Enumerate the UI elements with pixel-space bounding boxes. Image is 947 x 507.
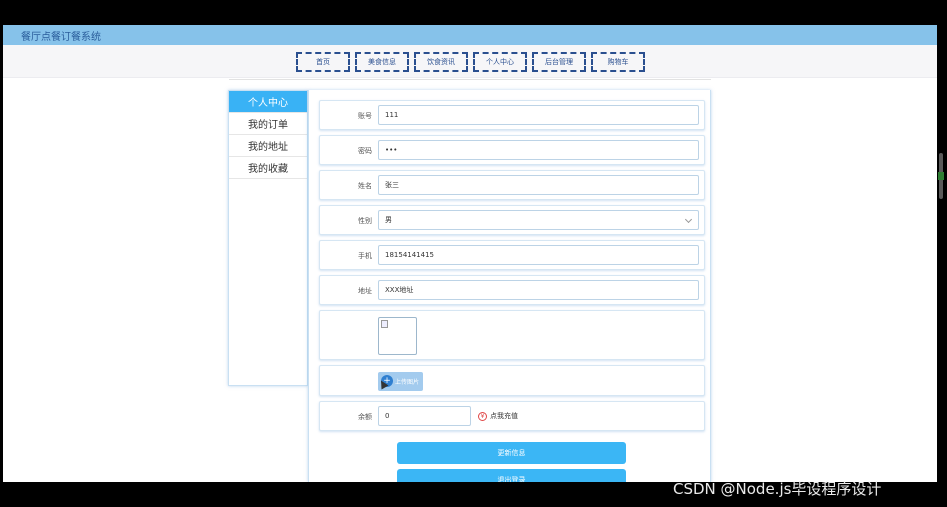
sidebar-item-personal-center[interactable]: 个人中心 — [229, 91, 307, 113]
phone-field[interactable]: 18154141415 — [378, 245, 699, 265]
nav-home[interactable]: 首页 — [296, 52, 350, 72]
nav-personal-center[interactable]: 个人中心 — [473, 52, 527, 72]
form-row-address: 地址 XXX地址 — [319, 275, 705, 305]
main-nav: 首页 美食信息 饮食资讯 个人中心 后台管理 购物车 — [3, 45, 937, 78]
upload-image-button[interactable]: + 上传图片 — [377, 372, 423, 391]
sidebar-item-orders[interactable]: 我的订单 — [229, 113, 307, 135]
site-header: 餐厅点餐订餐系统 — [3, 25, 937, 45]
account-label: 账号 — [358, 112, 372, 120]
gender-label: 性别 — [358, 217, 372, 225]
password-label: 密码 — [358, 147, 372, 155]
address-field[interactable]: XXX地址 — [378, 280, 699, 300]
avatar-image — [378, 317, 417, 355]
name-label: 姓名 — [358, 182, 372, 190]
divider — [229, 77, 711, 80]
scrollbar-marker — [938, 172, 944, 180]
nav-diet-news[interactable]: 饮食资讯 — [414, 52, 468, 72]
form-row-account: 账号 111 — [319, 100, 705, 130]
yen-icon: ¥ — [478, 411, 487, 421]
chevron-down-icon — [684, 215, 693, 224]
update-info-button[interactable]: 更新信息 — [397, 442, 626, 464]
name-field[interactable]: 张三 — [378, 175, 699, 195]
watermark: CSDN @Node.js毕设程序设计 — [673, 480, 882, 498]
nav-admin[interactable]: 后台管理 — [532, 52, 586, 72]
gender-select[interactable]: 男 — [378, 210, 699, 230]
upload-label: 上传图片 — [394, 379, 419, 386]
logout-button[interactable]: 退出登录 — [397, 469, 626, 482]
form-row-upload: + 上传图片 — [319, 365, 705, 396]
form-row-gender: 性别 男 — [319, 205, 705, 235]
form-row-avatar — [319, 310, 705, 360]
phone-label: 手机 — [358, 252, 372, 260]
sidebar-item-favorites[interactable]: 我的收藏 — [229, 157, 307, 179]
browser-viewport: 餐厅点餐订餐系统 首页 美食信息 饮食资讯 个人中心 后台管理 购物车 个人中心… — [3, 25, 937, 482]
account-field[interactable]: 111 — [378, 105, 699, 125]
recharge-link[interactable]: ¥ 点我充值 — [478, 411, 518, 421]
address-label: 地址 — [358, 287, 372, 295]
form-row-phone: 手机 18154141415 — [319, 240, 705, 270]
form-row-balance: 余额 0 ¥ 点我充值 — [319, 401, 705, 431]
balance-field[interactable]: 0 — [378, 406, 471, 426]
profile-form: 账号 111 密码 ••• 姓名 张三 性别 男 手机 18154141415 … — [308, 90, 711, 482]
scrollbar[interactable] — [937, 25, 947, 482]
broken-image-icon — [381, 320, 388, 328]
gender-value: 男 — [385, 216, 392, 224]
form-row-name: 姓名 张三 — [319, 170, 705, 200]
nav-food-info[interactable]: 美食信息 — [355, 52, 409, 72]
sidebar: 个人中心 我的订单 我的地址 我的收藏 — [228, 90, 308, 386]
site-title: 餐厅点餐订餐系统 — [21, 32, 101, 43]
nav-cart[interactable]: 购物车 — [591, 52, 645, 72]
recharge-label: 点我充值 — [490, 412, 518, 420]
form-row-password: 密码 ••• — [319, 135, 705, 165]
balance-label: 余额 — [358, 413, 372, 421]
password-field[interactable]: ••• — [378, 140, 699, 160]
sidebar-item-address[interactable]: 我的地址 — [229, 135, 307, 157]
